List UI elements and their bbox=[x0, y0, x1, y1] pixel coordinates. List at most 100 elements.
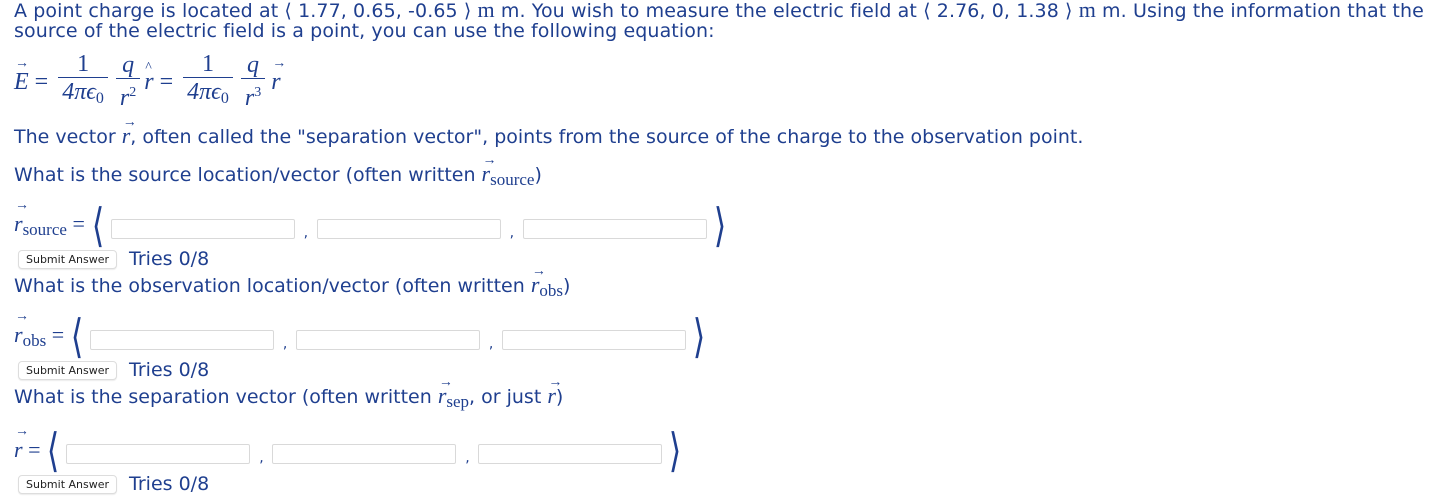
numerator-q: q bbox=[122, 52, 135, 78]
tries-counter: Tries 0/8 bbox=[129, 248, 210, 270]
four-pi-eps: 4πϵ bbox=[187, 79, 221, 105]
obs-x-input[interactable] bbox=[90, 330, 275, 350]
submit-answer-button[interactable]: Submit Answer bbox=[18, 474, 118, 494]
numerator-one: 1 bbox=[77, 51, 90, 77]
r-symbol: r bbox=[244, 85, 255, 111]
source-point-value: 1.77, 0.65, -0.65 bbox=[298, 0, 458, 22]
unit-m: m bbox=[477, 0, 495, 22]
exponent-3: 3 bbox=[254, 85, 262, 100]
r-vector: r bbox=[438, 372, 452, 407]
question-text-end: ) bbox=[563, 275, 571, 297]
sep-z-input[interactable] bbox=[478, 444, 663, 464]
question-sep: What is the separation vector (often wri… bbox=[14, 372, 563, 413]
source-x-input[interactable] bbox=[110, 219, 295, 239]
r-vector: r bbox=[482, 150, 496, 185]
obs-submit-row: Submit Answer Tries 0/8 bbox=[18, 359, 209, 381]
denominator-4pi-eps: 4πϵ0 bbox=[183, 77, 233, 113]
r-vector: r bbox=[122, 112, 136, 147]
eps-subscript: 0 bbox=[220, 90, 229, 107]
obs-vector-input-row: robs = ⟨ , , ⟩ bbox=[14, 309, 712, 363]
source-z-input[interactable] bbox=[522, 219, 707, 239]
right-angle: ⟩ bbox=[463, 0, 472, 22]
obs-z-input[interactable] bbox=[502, 330, 687, 350]
sep-text-prefix: The vector bbox=[14, 126, 122, 148]
equals-sign: = bbox=[51, 321, 65, 347]
equals-sign: = bbox=[159, 68, 174, 95]
fraction-coulomb: 1 4πϵ0 bbox=[58, 51, 108, 113]
four-pi-eps: 4πϵ bbox=[62, 79, 96, 105]
equals-sign: = bbox=[28, 437, 41, 462]
comma: , bbox=[303, 225, 309, 241]
tries-counter: Tries 0/8 bbox=[129, 359, 210, 381]
subscript-obs: obs bbox=[539, 281, 564, 300]
intro-text-2: m. You wish to measure the electric fiel… bbox=[494, 0, 924, 22]
r-vector: r bbox=[14, 198, 28, 237]
left-angle: ⟨ bbox=[923, 0, 931, 22]
submit-answer-button[interactable]: Submit Answer bbox=[18, 360, 118, 380]
r-source-label: rsource = bbox=[14, 198, 85, 240]
exponent-2: 2 bbox=[129, 85, 137, 100]
right-angle: ⟩ bbox=[1065, 0, 1073, 22]
unit-m: m bbox=[1078, 0, 1096, 22]
equals-sign: = bbox=[72, 210, 85, 236]
submit-answer-button[interactable]: Submit Answer bbox=[18, 249, 118, 269]
right-angle-bracket: ⟩ bbox=[692, 309, 706, 363]
subscript-sep: sep bbox=[446, 392, 470, 411]
electric-field-equation: E = 1 4πϵ0 q r2 r = 1 4πϵ0 q r3 r bbox=[14, 51, 287, 113]
r-obs-label: robs = bbox=[14, 309, 65, 351]
question-text-mid: , or just bbox=[469, 386, 548, 408]
r-vector: r bbox=[14, 424, 28, 463]
numerator-q: q bbox=[247, 52, 260, 78]
comma: , bbox=[488, 336, 494, 352]
subscript-obs: obs bbox=[22, 330, 47, 350]
subscript-source: source bbox=[22, 219, 67, 239]
right-angle-bracket: ⟩ bbox=[713, 198, 727, 252]
question-obs: What is the observation location/vector … bbox=[14, 261, 571, 302]
intro-text-1: A point charge is located at bbox=[14, 0, 285, 22]
r-vector: r bbox=[531, 261, 545, 296]
source-y-input[interactable] bbox=[316, 219, 501, 239]
eps-subscript: 0 bbox=[95, 90, 104, 107]
r-vector: r bbox=[14, 309, 28, 348]
question-source: What is the source location/vector (ofte… bbox=[14, 150, 542, 191]
comma: , bbox=[509, 225, 515, 241]
left-angle-bracket: ⟨ bbox=[47, 423, 60, 477]
e-vector: E bbox=[14, 56, 29, 96]
right-angle-bracket: ⟩ bbox=[669, 423, 682, 477]
r-symbol: r bbox=[119, 85, 130, 111]
left-angle: ⟨ bbox=[284, 0, 292, 22]
equals-sign: = bbox=[34, 68, 49, 95]
sep-y-input[interactable] bbox=[272, 444, 457, 464]
fraction-q-r3: q r3 bbox=[240, 52, 266, 112]
comma: , bbox=[282, 336, 288, 352]
sep-vector-input-row: r = ⟨ , , ⟩ bbox=[14, 423, 688, 477]
left-angle-bracket: ⟨ bbox=[70, 309, 84, 363]
comma: , bbox=[259, 450, 264, 466]
problem-statement: A point charge is located at ⟨ 1.77, 0.6… bbox=[14, 0, 1430, 41]
source-vector-input-row: rsource = ⟨ , , ⟩ bbox=[14, 198, 733, 252]
r-sep-label: r = bbox=[14, 424, 41, 463]
sep-x-input[interactable] bbox=[66, 444, 251, 464]
separation-explanation: The vector r, often called the "separati… bbox=[14, 112, 1084, 148]
r-hat: r bbox=[144, 60, 153, 96]
sep-text-suffix: , often called the "separation vector", … bbox=[130, 126, 1084, 148]
tries-counter: Tries 0/8 bbox=[129, 473, 210, 495]
question-text: What is the observation location/vector … bbox=[14, 275, 531, 297]
question-text-end: ) bbox=[534, 164, 542, 186]
denominator-r3: r3 bbox=[240, 78, 266, 112]
obs-y-input[interactable] bbox=[296, 330, 481, 350]
denominator-4pi-eps: 4πϵ0 bbox=[58, 77, 108, 113]
fraction-coulomb-2: 1 4πϵ0 bbox=[183, 51, 233, 113]
source-submit-row: Submit Answer Tries 0/8 bbox=[18, 248, 209, 270]
question-text: What is the separation vector (often wri… bbox=[14, 386, 438, 408]
subscript-source: source bbox=[490, 170, 535, 189]
obs-point-value: 2.76, 0, 1.38 bbox=[936, 0, 1059, 22]
fraction-q-r2: q r2 bbox=[115, 52, 141, 112]
comma: , bbox=[465, 450, 470, 466]
left-angle-bracket: ⟨ bbox=[91, 198, 105, 252]
numerator-one: 1 bbox=[202, 51, 214, 77]
r-vector: r bbox=[271, 56, 287, 96]
r-vector: r bbox=[547, 372, 561, 407]
question-text: What is the source location/vector (ofte… bbox=[14, 164, 482, 186]
denominator-r2: r2 bbox=[115, 78, 141, 112]
